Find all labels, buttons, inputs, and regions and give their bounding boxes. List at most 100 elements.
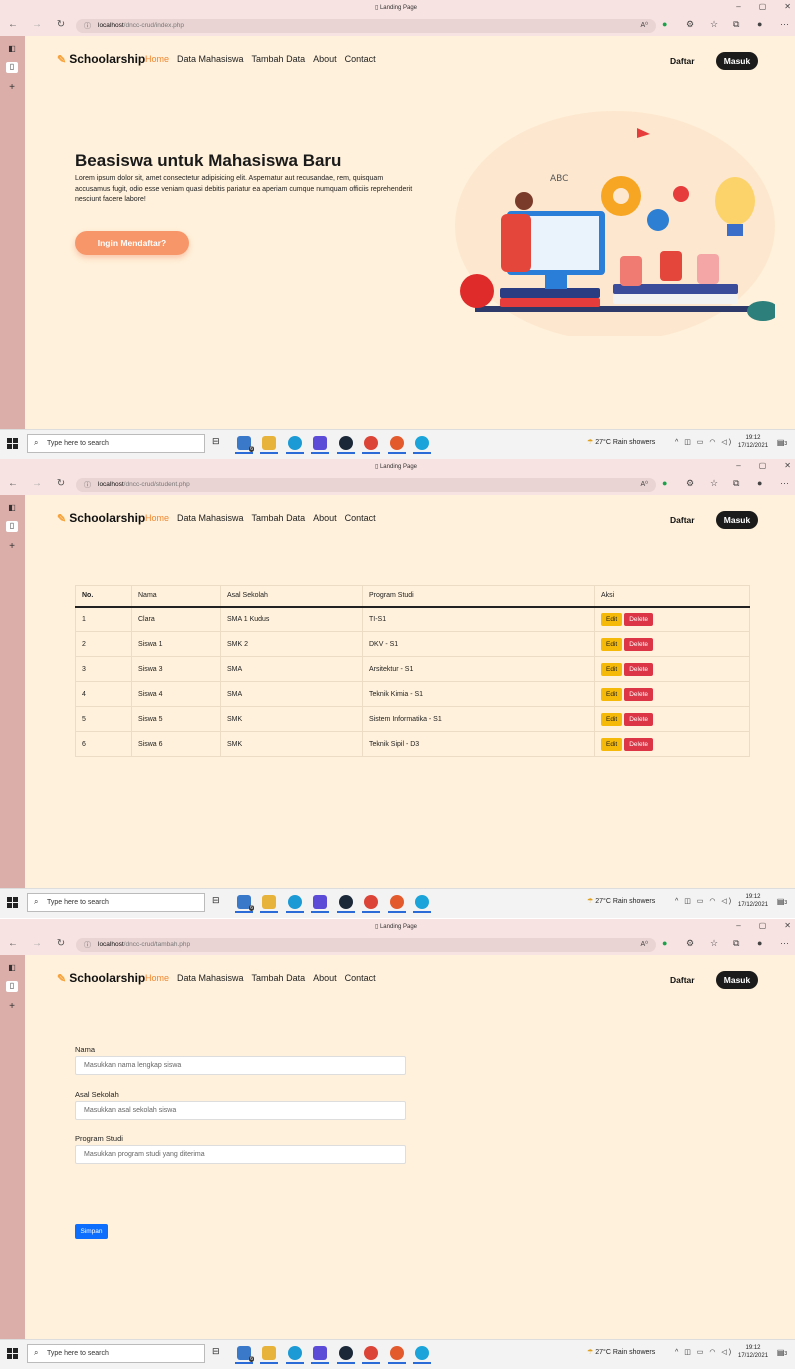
delete-button[interactable]: Delete (624, 687, 653, 701)
refresh-button[interactable]: ↻ (54, 938, 68, 949)
windows-start-icon[interactable] (7, 1348, 18, 1359)
chrome-canary-icon[interactable] (388, 1346, 406, 1364)
edit-button[interactable]: Edit (601, 612, 623, 626)
taskbar-search-input[interactable]: ⌕ Type here to search (27, 1344, 205, 1363)
task-view-icon[interactable]: ⊟ (212, 895, 226, 909)
extensions-icon[interactable]: ⚙ (686, 19, 694, 30)
tab-actions-icon[interactable]: ◧ (6, 503, 18, 514)
edit-button[interactable]: Edit (601, 687, 623, 701)
system-tray-icons[interactable]: ^ ◫ ▭ ◠ ◁) (675, 438, 733, 446)
chrome-canary-icon[interactable] (388, 436, 406, 454)
grammarly-icon[interactable]: ● (662, 938, 667, 948)
asal-sekolah-input[interactable]: Masukkan asal sekolah siswa (75, 1101, 406, 1120)
address-bar[interactable]: ⓘ localhost/dncc-crud/index.php A⁰ (76, 19, 656, 33)
favorites-icon[interactable]: ☆ (710, 19, 718, 30)
masuk-button[interactable]: Masuk (716, 971, 758, 989)
app-icon[interactable] (413, 1346, 431, 1364)
chrome-canary-icon[interactable] (388, 895, 406, 913)
edit-button[interactable]: Edit (601, 662, 623, 676)
edge-icon[interactable] (286, 436, 304, 454)
address-bar[interactable]: ⓘ localhost/dncc-crud/student.php A⁰ (76, 478, 656, 492)
task-view-icon[interactable]: ⊟ (212, 1346, 226, 1360)
tab-page-icon[interactable]: ▯ (6, 521, 18, 532)
close-button[interactable]: ✕ (784, 2, 791, 11)
steam-icon[interactable] (337, 895, 355, 913)
weather-widget[interactable]: ☂ 27°C Rain showers (587, 1348, 655, 1356)
app-icon[interactable] (413, 895, 431, 913)
program-studi-input[interactable]: Masukkan program studi yang diterima (75, 1145, 406, 1164)
extensions-icon[interactable]: ⚙ (686, 478, 694, 489)
extensions-icon[interactable]: ⚙ (686, 938, 694, 949)
delete-button[interactable]: Delete (624, 612, 653, 626)
delete-button[interactable]: Delete (624, 712, 653, 726)
mail-icon[interactable]: 6 (235, 1346, 254, 1364)
nav-about[interactable]: About (313, 513, 337, 523)
clock[interactable]: 19:12 17/12/2021 (738, 1344, 768, 1360)
forward-button[interactable]: → (30, 938, 44, 949)
more-button[interactable]: ··· (780, 938, 789, 948)
nav-tambah-data[interactable]: Tambah Data (252, 973, 306, 983)
masuk-button[interactable]: Masuk (716, 52, 758, 70)
collections-icon[interactable]: ⧉ (733, 938, 739, 949)
address-bar[interactable]: ⓘ localhost/dncc-crud/tambah.php A⁰ (76, 938, 656, 952)
profile-icon[interactable]: ● (757, 478, 762, 488)
minimize-button[interactable]: – (736, 2, 740, 11)
info-icon[interactable]: ⓘ (84, 940, 91, 950)
grammarly-icon[interactable]: ● (662, 19, 667, 29)
edit-button[interactable]: Edit (601, 737, 623, 751)
vscode-like-icon[interactable] (311, 895, 329, 913)
tab-page-icon[interactable]: ▯ (6, 62, 18, 73)
weather-widget[interactable]: ☂ 27°C Rain showers (587, 438, 655, 446)
favorites-icon[interactable]: ☆ (710, 938, 718, 949)
nav-contact[interactable]: Contact (345, 513, 376, 523)
daftar-link[interactable]: Daftar (670, 515, 695, 525)
tab-page-icon[interactable]: ▯ (6, 981, 18, 992)
edit-button[interactable]: Edit (601, 637, 623, 651)
steam-icon[interactable] (337, 436, 355, 454)
nav-tambah-data[interactable]: Tambah Data (252, 513, 306, 523)
delete-button[interactable]: Delete (624, 637, 653, 651)
edge-icon[interactable] (286, 1346, 304, 1364)
notification-icon[interactable]: ▤3 (776, 897, 788, 908)
refresh-button[interactable]: ↻ (54, 19, 68, 30)
taskbar-search-input[interactable]: ⌕ Type here to search (27, 434, 205, 453)
delete-button[interactable]: Delete (624, 737, 653, 751)
maximize-button[interactable]: ▢ (759, 461, 767, 470)
collections-icon[interactable]: ⧉ (733, 478, 739, 489)
nav-contact[interactable]: Contact (345, 973, 376, 983)
new-tab-icon[interactable]: + (6, 541, 18, 552)
read-aloud-icon[interactable]: A⁰ (641, 940, 648, 948)
brand-logo[interactable]: ✎ Schoolarship (57, 52, 145, 66)
nav-data-mahasiswa[interactable]: Data Mahasiswa (177, 513, 244, 523)
read-aloud-icon[interactable]: A⁰ (641, 480, 648, 488)
system-tray-icons[interactable]: ^ ◫ ▭ ◠ ◁) (675, 1348, 733, 1356)
grammarly-icon[interactable]: ● (662, 478, 667, 488)
edit-button[interactable]: Edit (601, 712, 623, 726)
mail-icon[interactable]: 6 (235, 436, 254, 454)
tab-actions-icon[interactable]: ◧ (6, 44, 18, 55)
back-button[interactable]: ← (6, 478, 20, 489)
weather-widget[interactable]: ☂ 27°C Rain showers (587, 897, 655, 905)
profile-icon[interactable]: ● (757, 938, 762, 948)
maximize-button[interactable]: ▢ (759, 2, 767, 11)
edge-icon[interactable] (286, 895, 304, 913)
clock[interactable]: 19:12 17/12/2021 (738, 893, 768, 909)
chrome-icon[interactable] (362, 1346, 380, 1364)
masuk-button[interactable]: Masuk (716, 511, 758, 529)
tab-actions-icon[interactable]: ◧ (6, 963, 18, 974)
vscode-like-icon[interactable] (311, 436, 329, 454)
more-button[interactable]: ··· (780, 19, 789, 29)
brand-logo[interactable]: ✎ Schoolarship (57, 971, 145, 985)
steam-icon[interactable] (337, 1346, 355, 1364)
daftar-link[interactable]: Daftar (670, 56, 695, 66)
vscode-like-icon[interactable] (311, 1346, 329, 1364)
new-tab-icon[interactable]: + (6, 82, 18, 93)
windows-start-icon[interactable] (7, 438, 18, 449)
nama-input[interactable]: Masukkan nama lengkap siswa (75, 1056, 406, 1075)
close-button[interactable]: ✕ (784, 461, 791, 470)
chrome-icon[interactable] (362, 436, 380, 454)
more-button[interactable]: ··· (780, 478, 789, 488)
profile-icon[interactable]: ● (757, 19, 762, 29)
nav-tambah-data[interactable]: Tambah Data (252, 54, 306, 64)
brand-logo[interactable]: ✎ Schoolarship (57, 511, 145, 525)
